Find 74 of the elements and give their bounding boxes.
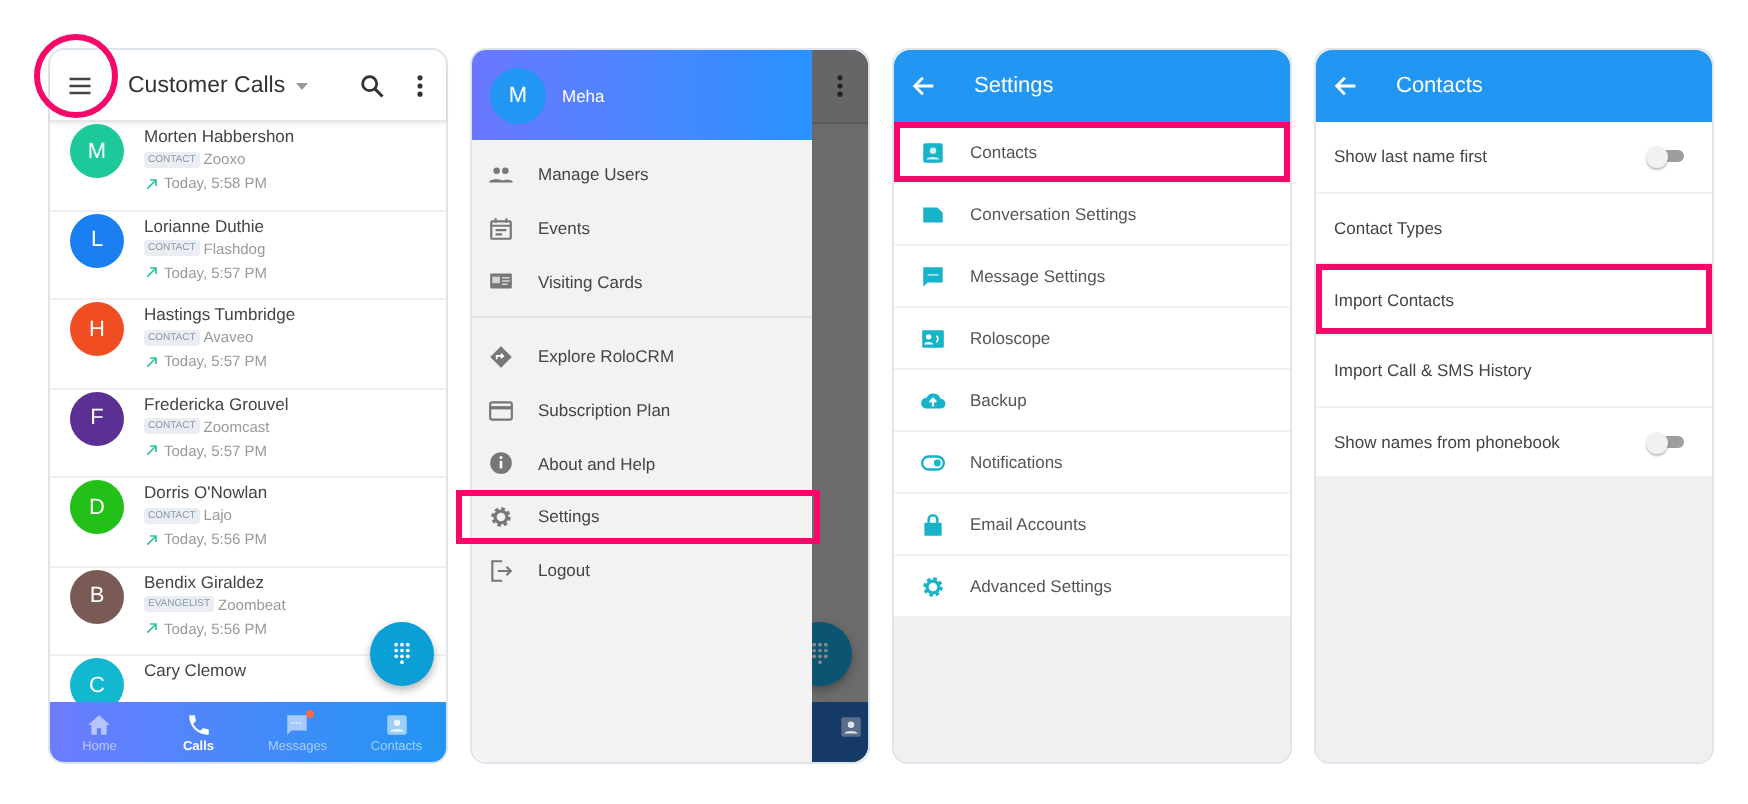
list-item[interactable]: Import Contacts [1316, 264, 1712, 337]
toggle-switch[interactable] [1650, 436, 1684, 449]
list-item[interactable]: Email Accounts [894, 494, 1290, 556]
list-item[interactable]: Contacts [894, 122, 1290, 184]
drawer-menu-item[interactable]: Settings [472, 490, 812, 544]
drawer-menu-item[interactable]: About and Help [472, 436, 812, 491]
contact-name: Lorianne Duthie [144, 215, 267, 235]
settings-icon [488, 503, 514, 530]
info-icon [488, 450, 514, 477]
search-icon[interactable] [358, 71, 386, 99]
drawer-menu-item[interactable]: Logout [472, 543, 812, 597]
settings-icon [920, 573, 946, 599]
setting-label: Show last name first [1334, 146, 1488, 167]
contact-name: Dorris O'Nowlan [144, 482, 268, 502]
list-item[interactable]: Roloscope [894, 308, 1290, 370]
list-item[interactable]: Backup [894, 370, 1290, 432]
avatar: F [70, 391, 124, 445]
screen-title: Contacts [1396, 74, 1483, 98]
avatar: H [70, 302, 124, 356]
outgoing-call-icon [144, 442, 160, 458]
back-icon [1332, 72, 1360, 100]
contact-icon [920, 139, 946, 165]
chat-icon [920, 263, 946, 289]
outgoing-call-icon [144, 531, 160, 547]
contact-name: Bendix Giraldez [144, 571, 267, 591]
title-dropdown[interactable]: Customer Calls [128, 73, 314, 97]
id-card-icon [920, 325, 946, 351]
home-icon [86, 711, 113, 737]
list-item[interactable]: Message Settings [894, 246, 1290, 308]
dialpad-button[interactable] [370, 622, 434, 686]
contact-name: Morten Habbershon [144, 126, 295, 146]
toggle-icon [920, 449, 946, 475]
cloud-upload-icon [920, 387, 946, 413]
dialpad-icon [388, 640, 416, 668]
back-icon [910, 72, 938, 100]
users-icon [488, 161, 514, 188]
screen-title: Settings [974, 74, 1054, 98]
drawer-menu-item[interactable]: Visiting Cards [472, 254, 812, 309]
avatar: M [70, 124, 124, 178]
phone-icon [185, 711, 212, 737]
card-icon [488, 268, 514, 295]
list-item[interactable]: Import Call & SMS History [1316, 336, 1712, 408]
drawer-menu-item[interactable]: Explore RoloCRM [472, 330, 812, 384]
list-item[interactable]: Notifications [894, 432, 1290, 494]
calendar-icon [488, 215, 514, 242]
user-name: Meha [562, 85, 605, 105]
avatar: L [70, 213, 124, 267]
outgoing-call-icon [144, 264, 160, 280]
contact-icon [383, 711, 410, 737]
contact-name: Cary Clemow [144, 660, 247, 680]
credit-card-icon [488, 397, 514, 424]
user-avatar: M [490, 67, 546, 123]
lock-icon [920, 511, 946, 537]
message-icon [284, 711, 311, 737]
dialpad-icon [812, 640, 834, 668]
outgoing-call-icon [144, 620, 160, 636]
contact-icon [838, 714, 864, 740]
outgoing-call-icon [144, 175, 160, 191]
outgoing-call-icon [144, 353, 160, 369]
contact-name: Hastings Tumbridge [144, 304, 296, 324]
note-icon [920, 201, 946, 227]
logout-icon [488, 557, 514, 584]
diamond-icon [488, 343, 514, 370]
drawer-menu-item[interactable]: Events [472, 201, 812, 255]
list-item[interactable]: Conversation Settings [894, 184, 1290, 246]
drawer-menu-item[interactable]: Manage Users [472, 148, 812, 202]
toggle-switch[interactable] [1650, 150, 1684, 163]
setting-label: Show names from phonebook [1334, 432, 1560, 453]
drawer-menu-item[interactable]: Subscription Plan [472, 383, 812, 437]
avatar: C [70, 658, 124, 702]
list-item[interactable]: Contact Types [1316, 193, 1712, 265]
avatar: D [70, 480, 124, 534]
contact-name: Fredericka Grouvel [144, 393, 289, 413]
avatar: B [70, 569, 124, 623]
